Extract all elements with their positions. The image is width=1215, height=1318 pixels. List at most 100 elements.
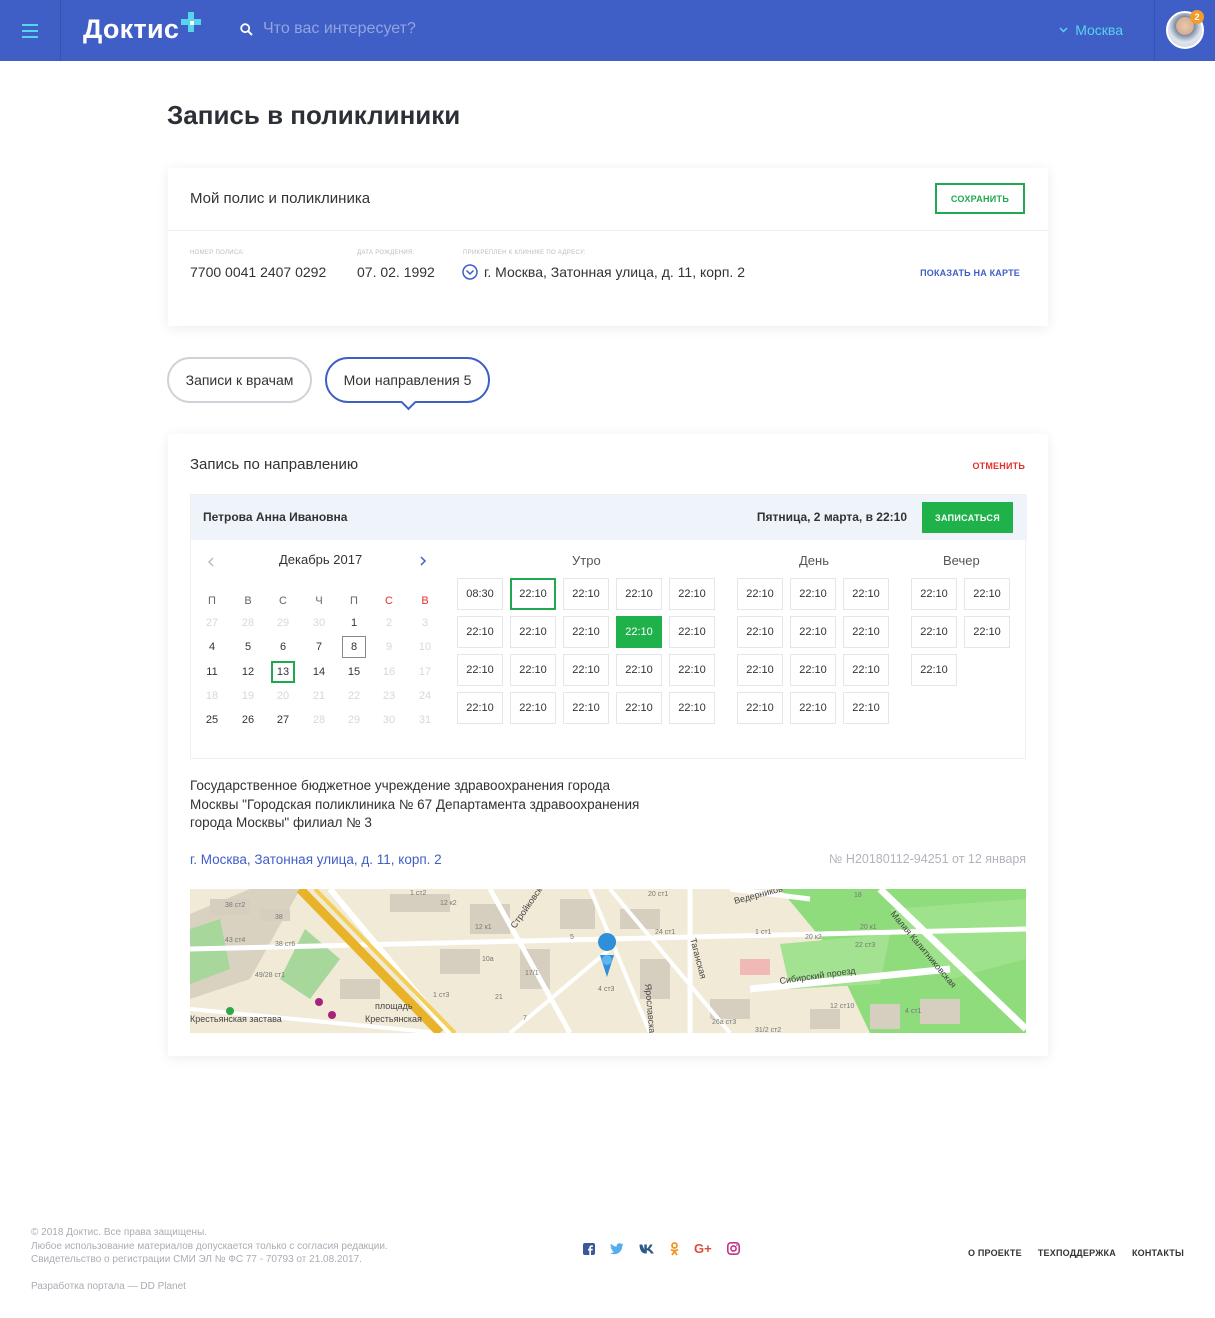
footer-link-support[interactable]: ТЕХПОДДЕРЖКА bbox=[1038, 1248, 1116, 1258]
calendar-day[interactable]: 8 bbox=[342, 636, 366, 658]
time-slot[interactable]: 22:10 bbox=[843, 654, 889, 686]
calendar-day[interactable]: 14 bbox=[307, 661, 331, 683]
calendar-day: 16 bbox=[382, 666, 396, 678]
calendar-day: 9 bbox=[385, 641, 393, 653]
social-links: G+ bbox=[583, 1241, 740, 1256]
time-slot[interactable]: 22:10 bbox=[616, 654, 662, 686]
time-slot[interactable]: 22:10 bbox=[964, 578, 1010, 610]
time-slot[interactable]: 22:10 bbox=[457, 692, 503, 724]
time-slot[interactable]: 22:10 bbox=[669, 578, 715, 610]
time-slot[interactable]: 22:10 bbox=[911, 578, 957, 610]
time-slot[interactable]: 22:10 bbox=[510, 692, 556, 724]
calendar-day[interactable]: 5 bbox=[236, 636, 260, 658]
cancel-button[interactable]: ОТМЕНИТЬ bbox=[972, 461, 1025, 471]
calendar-day[interactable]: 27 bbox=[271, 709, 295, 731]
calendar-day[interactable]: 13 bbox=[271, 661, 295, 683]
time-slot[interactable]: 22:10 bbox=[790, 616, 836, 648]
time-slot[interactable]: 22:10 bbox=[737, 692, 783, 724]
time-slot[interactable]: 22:10 bbox=[790, 654, 836, 686]
save-button[interactable]: СОХРАНИТЬ bbox=[935, 183, 1025, 214]
calendar-day[interactable]: 15 bbox=[342, 661, 366, 683]
google-plus-icon[interactable]: G+ bbox=[694, 1241, 712, 1256]
map[interactable]: Стройковская Таганская Ведерников Сибирский… bbox=[190, 889, 1026, 1033]
instagram-icon[interactable] bbox=[726, 1242, 740, 1255]
time-slot[interactable]: 22:10 bbox=[616, 578, 662, 610]
search-icon bbox=[240, 22, 253, 36]
time-slot[interactable]: 22:10 bbox=[669, 616, 715, 648]
calendar-day[interactable]: 1 bbox=[342, 612, 366, 634]
time-slot[interactable]: 22:10 bbox=[563, 616, 609, 648]
calendar-day[interactable]: 7 bbox=[307, 636, 331, 658]
calendar-day[interactable]: 12 bbox=[236, 661, 260, 683]
time-slot[interactable]: 22:10 bbox=[843, 616, 889, 648]
birthdate-label: ДАТА РОЖДЕНИЯ: bbox=[357, 250, 415, 256]
page-title: Запись в поликлиники bbox=[167, 100, 461, 130]
time-slot[interactable]: 22:10 bbox=[669, 692, 715, 724]
time-slot[interactable]: 22:10 bbox=[737, 616, 783, 648]
time-slot[interactable]: 22:10 bbox=[790, 578, 836, 610]
time-slot[interactable]: 22:10 bbox=[457, 654, 503, 686]
calendar-day[interactable]: 11 bbox=[200, 661, 224, 683]
clinic-address-label: ПРИКРЕПЛЕН К КЛИНИКЕ ПО АДРЕСУ: bbox=[463, 250, 586, 256]
time-slot[interactable]: 22:10 bbox=[563, 692, 609, 724]
facebook-icon[interactable] bbox=[583, 1242, 595, 1255]
search-bar[interactable]: Что вас интересует? bbox=[240, 20, 416, 38]
clinic-name: Государственное бюджетное учреждение здр… bbox=[190, 778, 640, 830]
logo-text: Доктис bbox=[83, 14, 180, 44]
map-label: 43 ст4 bbox=[225, 937, 245, 944]
footer-developer[interactable]: Разработка портала — DD Planet bbox=[31, 1281, 186, 1292]
next-month-button[interactable] bbox=[419, 556, 427, 566]
tab-doctor-appointments[interactable]: Записи к врачам bbox=[167, 357, 312, 403]
calendar-day: 19 bbox=[241, 690, 255, 702]
slot-group-title: Утро bbox=[572, 553, 601, 568]
calendar-day[interactable]: 4 bbox=[200, 636, 224, 658]
time-slot[interactable]: 22:10 bbox=[510, 616, 556, 648]
time-slot[interactable]: 22:10 bbox=[563, 654, 609, 686]
policy-card: Мой полис и поликлиника СОХРАНИТЬ НОМЕР … bbox=[168, 168, 1048, 326]
time-slot[interactable]: 22:10 bbox=[669, 654, 715, 686]
time-slot[interactable]: 08:30 bbox=[457, 578, 503, 610]
search-input[interactable]: Что вас интересует? bbox=[263, 20, 416, 38]
calendar-day: 31 bbox=[418, 714, 432, 726]
map-label: 20 ст1 bbox=[648, 891, 668, 898]
time-slot[interactable]: 22:10 bbox=[563, 578, 609, 610]
calendar-day[interactable]: 26 bbox=[236, 709, 260, 731]
book-button[interactable]: ЗАПИСАТЬСЯ bbox=[922, 502, 1013, 533]
ok-icon[interactable] bbox=[670, 1241, 679, 1256]
calendar-day[interactable]: 6 bbox=[271, 636, 295, 658]
tab-label: Записи к врачам bbox=[185, 372, 294, 388]
time-slot[interactable]: 22:10 bbox=[457, 616, 503, 648]
tab-my-referrals[interactable]: Мои направления 5 bbox=[325, 357, 490, 411]
time-slot[interactable]: 22:10 bbox=[737, 578, 783, 610]
time-slot[interactable]: 22:10 bbox=[737, 654, 783, 686]
calendar-day[interactable]: 25 bbox=[200, 709, 224, 731]
prev-month-button[interactable] bbox=[207, 557, 215, 567]
chevron-down-icon bbox=[1059, 27, 1068, 33]
logo[interactable]: Доктис bbox=[83, 12, 202, 45]
time-slot[interactable]: 22:10 bbox=[510, 578, 556, 610]
time-slot[interactable]: 22:10 bbox=[510, 654, 556, 686]
time-slot[interactable]: 22:10 bbox=[911, 654, 957, 686]
clinic-address-select[interactable]: г. Москва, Затонная улица, д. 11, корп. … bbox=[462, 264, 745, 280]
footer-link-about[interactable]: О ПРОЕКТЕ bbox=[968, 1248, 1022, 1258]
user-menu[interactable]: 2 bbox=[1154, 0, 1215, 61]
show-on-map-link[interactable]: ПОКАЗАТЬ НА КАРТЕ bbox=[920, 268, 1020, 278]
time-slot[interactable]: 22:10 bbox=[964, 616, 1010, 648]
time-slot[interactable]: 22:10 bbox=[843, 692, 889, 724]
twitter-icon[interactable] bbox=[610, 1242, 624, 1255]
menu-button[interactable] bbox=[0, 0, 61, 61]
time-slot[interactable]: 22:10 bbox=[843, 578, 889, 610]
vk-icon[interactable] bbox=[639, 1244, 655, 1254]
tab-label: Мои направления 5 bbox=[343, 372, 472, 388]
map-label: 21 bbox=[495, 994, 503, 1001]
time-slot[interactable]: 22:10 bbox=[616, 692, 662, 724]
clinic-address-link[interactable]: г. Москва, Затонная улица, д. 11, корп. … bbox=[190, 852, 442, 867]
time-slot[interactable]: 22:10 bbox=[911, 616, 957, 648]
map-label: 38 bbox=[275, 914, 283, 921]
footer-link-contacts[interactable]: КОНТАКТЫ bbox=[1132, 1248, 1184, 1258]
time-slot[interactable]: 22:10 bbox=[790, 692, 836, 724]
time-slot[interactable]: 22:10 bbox=[616, 616, 662, 648]
map-canvas: СтройковскаяТаганскаяВедерниковСибирский… bbox=[190, 889, 1026, 1033]
city-selector[interactable]: Москва bbox=[1059, 22, 1123, 38]
referral-number: № Н20180112-94251 от 12 января bbox=[829, 852, 1026, 866]
